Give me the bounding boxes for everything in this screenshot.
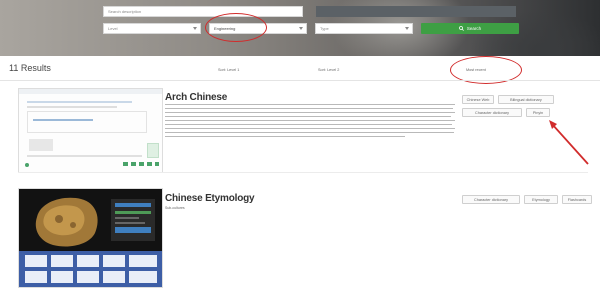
result-thumbnail-arch-chinese[interactable] <box>18 88 163 173</box>
bronze-artifact-image <box>19 189 162 287</box>
sort-option-2[interactable]: Sort: Level 2 <box>318 68 339 72</box>
result-divider <box>18 172 588 173</box>
level-select-value: Level <box>108 26 118 31</box>
chevron-down-icon <box>299 27 303 30</box>
results-count: 11 Results <box>9 63 51 73</box>
tag-bilingual-dictionary[interactable]: Bilingual dictionary <box>498 95 554 104</box>
tag-etymology[interactable]: Etymology <box>524 195 558 204</box>
search-icon <box>458 26 464 31</box>
highlight-circle-subject <box>205 13 267 42</box>
tag-character-dictionary-2[interactable]: Character dictionary <box>462 195 520 204</box>
level-select[interactable]: Level <box>103 23 201 34</box>
tag-character-dictionary[interactable]: Character dictionary <box>462 108 522 117</box>
chevron-down-icon <box>405 27 409 30</box>
result-title-arch-chinese[interactable]: Arch Chinese <box>165 92 227 103</box>
search-button[interactable]: Search <box>421 23 519 34</box>
type-select[interactable]: Type <box>315 23 413 34</box>
type-select-value: Type <box>320 26 329 31</box>
keyword-placeholder: Search description <box>108 9 142 14</box>
sort-option-1[interactable]: Sort: Level 1 <box>218 68 239 72</box>
tag-pinyin[interactable]: Pinyin <box>526 108 550 117</box>
tag-chinese-web[interactable]: Chinese Web <box>462 95 494 104</box>
keyword-search-input[interactable]: Search description <box>103 6 303 17</box>
result-subtitle-chinese-etymology: Sub-cultures <box>165 206 185 210</box>
search-button-label: Search <box>466 26 482 31</box>
hero-title-bar <box>316 6 516 17</box>
results-divider <box>0 80 600 81</box>
result-title-chinese-etymology[interactable]: Chinese Etymology <box>165 193 255 204</box>
chevron-down-icon <box>193 27 197 30</box>
result-thumbnail-chinese-etymology[interactable] <box>18 188 163 288</box>
search-hero: Search description Level Engineering Typ… <box>0 0 600 56</box>
tag-flashcards[interactable]: Flashcards <box>562 195 592 204</box>
